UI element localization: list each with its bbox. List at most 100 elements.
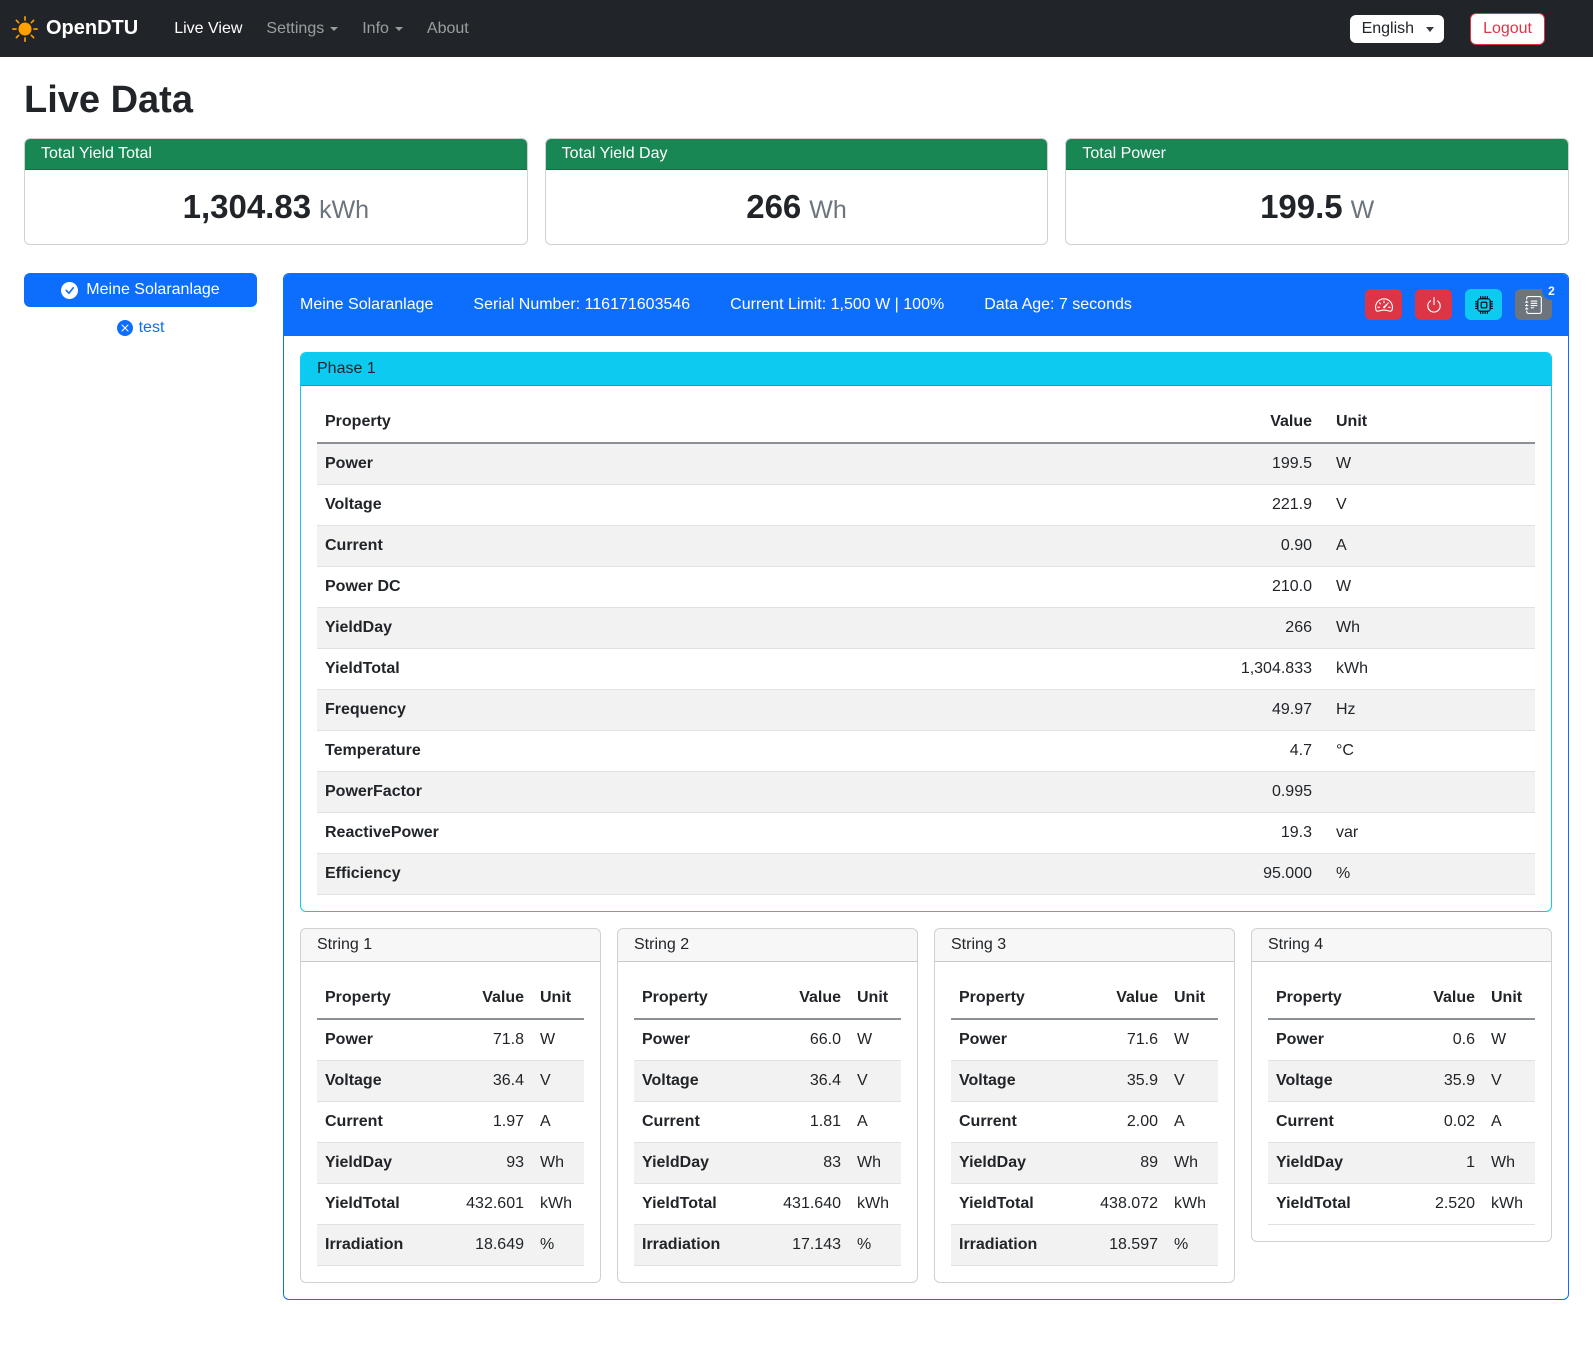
table-row: Voltage36.4V	[317, 1061, 584, 1102]
language-selected-value: English	[1362, 20, 1414, 37]
table-row: Current0.02A	[1268, 1102, 1535, 1143]
column-header-property: Property	[1268, 978, 1393, 1019]
table-row: YieldTotal438.072kWh	[951, 1184, 1218, 1225]
value-cell: 0.6	[1393, 1019, 1483, 1061]
unit-cell: Wh	[532, 1143, 584, 1184]
sun-icon	[12, 16, 38, 42]
property-cell: Power	[317, 1019, 442, 1061]
table-header-row: Property Value Unit	[317, 978, 584, 1019]
table-row: Current2.00A	[951, 1102, 1218, 1143]
logout-button[interactable]: Logout	[1470, 13, 1545, 45]
table-row: Irradiation18.597%	[951, 1225, 1218, 1266]
inverter-current-limit: Current Limit: 1,500 W | 100%	[730, 296, 944, 314]
unit-cell: kWh	[532, 1184, 584, 1225]
phase-table: Property Value Unit Power199.5W Voltage2…	[317, 402, 1535, 895]
brand[interactable]: OpenDTU	[12, 16, 138, 42]
inverter-button-test[interactable]: test	[24, 319, 257, 337]
total-yield-day-value: 266	[746, 188, 801, 225]
inverter-card-header: Meine Solaranlage Serial Number: 1161716…	[284, 274, 1568, 336]
table-row: YieldDay266Wh	[317, 608, 1535, 649]
string-title: String 3	[935, 929, 1234, 962]
power-settings-button[interactable]	[1415, 289, 1452, 320]
column-header-unit: Unit	[849, 978, 901, 1019]
unit-cell: A	[1166, 1102, 1218, 1143]
table-row: Power0.6W	[1268, 1019, 1535, 1061]
property-cell: YieldTotal	[951, 1184, 1076, 1225]
unit-cell: V	[1483, 1061, 1535, 1102]
inverter-button-meine-solaranlage[interactable]: Meine Solaranlage	[24, 273, 257, 307]
property-cell: Irradiation	[951, 1225, 1076, 1266]
check-circle-icon	[61, 282, 78, 299]
table-row: Current0.90A	[317, 526, 1535, 567]
value-cell: 71.6	[1076, 1019, 1166, 1061]
property-cell: Power DC	[317, 567, 1200, 608]
language-select[interactable]: English	[1350, 15, 1444, 43]
value-cell: 266	[1200, 608, 1320, 649]
property-cell: Temperature	[317, 731, 1200, 772]
unit-cell: kWh	[1320, 649, 1535, 690]
inverter-name: Meine Solaranlage	[300, 296, 433, 314]
unit-cell: Wh	[849, 1143, 901, 1184]
card-title: Total Yield Day	[546, 139, 1048, 170]
card-title: Total Power	[1066, 139, 1568, 170]
table-row: ReactivePower19.3var	[317, 813, 1535, 854]
value-cell: 36.4	[442, 1061, 532, 1102]
event-log-button[interactable]: 2	[1515, 289, 1552, 320]
inverter-serial: Serial Number: 116171603546	[473, 296, 690, 314]
value-cell: 93	[442, 1143, 532, 1184]
value-cell: 17.143	[759, 1225, 849, 1266]
string-title: String 1	[301, 929, 600, 962]
value-cell: 0.02	[1393, 1102, 1483, 1143]
speedometer-icon	[1375, 296, 1393, 314]
string-4-table: Property Value Unit Power0.6W Voltage35.…	[1268, 978, 1535, 1225]
unit-cell: A	[1483, 1102, 1535, 1143]
property-cell: Irradiation	[317, 1225, 442, 1266]
inverter-sidebar: Meine Solaranlage test	[24, 273, 257, 337]
device-info-button[interactable]	[1465, 289, 1502, 320]
column-header-property: Property	[317, 978, 442, 1019]
column-header-value: Value	[1393, 978, 1483, 1019]
property-cell: Power	[1268, 1019, 1393, 1061]
table-row: Power199.5W	[317, 443, 1535, 485]
unit-cell: Wh	[1320, 608, 1535, 649]
total-power-unit: W	[1351, 196, 1375, 224]
nav-live-view[interactable]: Live View	[166, 12, 250, 46]
value-cell: 210.0	[1200, 567, 1320, 608]
chevron-down-icon	[1426, 27, 1434, 32]
table-row: YieldDay83Wh	[634, 1143, 901, 1184]
table-header-row: Property Value Unit	[317, 402, 1535, 443]
nav-info[interactable]: Info	[354, 12, 411, 46]
table-row: YieldDay89Wh	[951, 1143, 1218, 1184]
unit-cell: V	[1166, 1061, 1218, 1102]
unit-cell: kWh	[1483, 1184, 1535, 1225]
value-cell: 35.9	[1076, 1061, 1166, 1102]
caret-down-icon	[330, 27, 338, 31]
property-cell: Frequency	[317, 690, 1200, 731]
limit-settings-button[interactable]	[1365, 289, 1402, 320]
table-row: Irradiation17.143%	[634, 1225, 901, 1266]
value-cell: 432.601	[442, 1184, 532, 1225]
string-4-card: String 4 Property Value Unit	[1251, 928, 1552, 1242]
unit-cell: W	[532, 1019, 584, 1061]
column-header-unit: Unit	[532, 978, 584, 1019]
navbar: OpenDTU Live View Settings Info About En…	[0, 0, 1593, 57]
unit-cell: A	[532, 1102, 584, 1143]
main-content: Live Data Total Yield Total 1,304.83kWh …	[0, 79, 1593, 1324]
nav-settings[interactable]: Settings	[258, 12, 346, 46]
value-cell: 199.5	[1200, 443, 1320, 485]
table-row: Power71.6W	[951, 1019, 1218, 1061]
unit-cell: W	[1320, 567, 1535, 608]
table-row: Temperature4.7°C	[317, 731, 1535, 772]
property-cell: YieldTotal	[317, 1184, 442, 1225]
unit-cell: A	[1320, 526, 1535, 567]
nav-about[interactable]: About	[419, 12, 477, 46]
unit-cell: %	[1320, 854, 1535, 895]
unit-cell: var	[1320, 813, 1535, 854]
property-cell: Current	[317, 526, 1200, 567]
value-cell: 89	[1076, 1143, 1166, 1184]
value-cell: 2.520	[1393, 1184, 1483, 1225]
string-2-card: String 2 Property Value Unit	[617, 928, 918, 1283]
phase-card: Phase 1 Property Value Unit	[300, 352, 1552, 912]
value-cell: 2.00	[1076, 1102, 1166, 1143]
unit-cell: W	[1483, 1019, 1535, 1061]
